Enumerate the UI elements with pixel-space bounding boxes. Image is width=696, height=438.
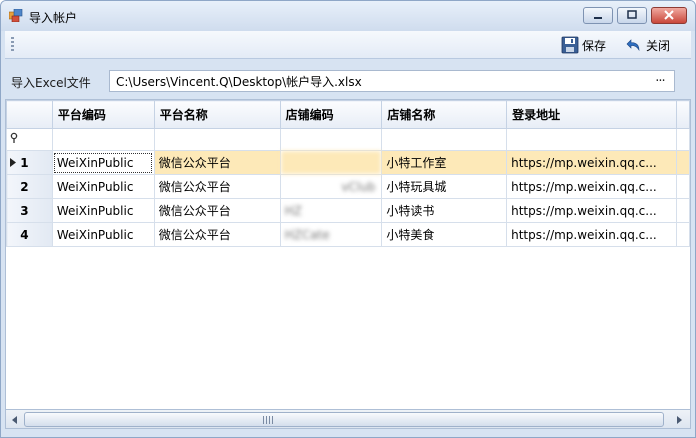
- maximize-button[interactable]: [617, 7, 647, 24]
- grid-cell[interactable]: 小特读书: [381, 198, 508, 223]
- row-header[interactable]: 2: [6, 174, 53, 199]
- scroll-thumb[interactable]: [24, 412, 664, 427]
- column-header[interactable]: 平台名称: [153, 100, 281, 129]
- grid-cell-overflow: [676, 174, 690, 199]
- close-button[interactable]: 关闭: [625, 36, 670, 54]
- table-row[interactable]: 1 WeiXinPublic 微信公众平台 小特工作室 https://mp.w…: [6, 150, 690, 175]
- file-path-input[interactable]: [109, 70, 675, 92]
- file-row: 导入Excel文件 ···: [5, 65, 691, 97]
- title-bar[interactable]: 导入帐户: [1, 1, 695, 31]
- close-icon: [663, 9, 675, 23]
- grid-cell[interactable]: https://mp.weixin.qq.c...: [506, 198, 677, 223]
- grid-header-row: 平台编码 平台名称 店铺编码 店铺名称 登录地址: [6, 100, 690, 129]
- grid-cell[interactable]: 微信公众平台: [153, 150, 281, 175]
- row-number: 1: [20, 155, 29, 170]
- save-icon: [561, 36, 579, 54]
- filter-cell[interactable]: [153, 128, 281, 151]
- filter-cell[interactable]: [506, 128, 677, 151]
- column-header[interactable]: 店铺编码: [279, 100, 383, 129]
- grid-cell[interactable]: WeiXinPublic: [51, 222, 155, 247]
- table-row[interactable]: 4 WeiXinPublic 微信公众平台 HZCate 小特美食 https:…: [6, 222, 690, 247]
- grid-cell[interactable]: 微信公众平台: [153, 222, 281, 247]
- grid-cell-overflow: [676, 198, 690, 223]
- row-number: 2: [20, 179, 29, 194]
- row-header[interactable]: 1: [6, 150, 53, 175]
- grid-cell[interactable]: https://mp.weixin.qq.c...: [506, 222, 677, 247]
- scroll-left-icon[interactable]: [8, 413, 22, 426]
- filter-row-header: [6, 128, 53, 151]
- undo-icon: [625, 36, 643, 54]
- grid-cell[interactable]: 小特美食: [381, 222, 508, 247]
- minimize-button[interactable]: [583, 7, 613, 24]
- close-label: 关闭: [646, 38, 671, 53]
- grid-cell[interactable]: HZ: [279, 198, 383, 223]
- grid-cell[interactable]: vClub: [279, 174, 383, 199]
- filter-cell[interactable]: [51, 128, 155, 151]
- grid-cell[interactable]: WeiXinPublic: [51, 174, 155, 199]
- row-header[interactable]: 3: [6, 198, 53, 223]
- filter-cell[interactable]: [279, 128, 383, 151]
- column-header[interactable]: 平台编码: [51, 100, 155, 129]
- grid-cell[interactable]: 微信公众平台: [153, 198, 281, 223]
- file-label: 导入Excel文件: [11, 76, 91, 90]
- grid-cell[interactable]: 小特工作室: [381, 150, 508, 175]
- toolbar: 保存 关闭: [5, 31, 691, 59]
- row-header[interactable]: 4: [6, 222, 53, 247]
- browse-button[interactable]: ···: [650, 73, 670, 89]
- toolbar-grip-icon[interactable]: [11, 37, 14, 53]
- filter-row: [6, 128, 690, 151]
- table-row[interactable]: 2 WeiXinPublic 微信公众平台 vClub 小特玩具城 https:…: [6, 174, 690, 199]
- column-header-overflow: [676, 100, 690, 129]
- filter-cell: [676, 128, 690, 151]
- account-grid: 平台编码 平台名称 店铺编码 店铺名称 登录地址 1 WeiXinPublic …: [5, 99, 691, 429]
- grid-cell[interactable]: WeiXinPublic: [51, 150, 155, 175]
- table-row[interactable]: 3 WeiXinPublic 微信公众平台 HZ 小特读书 https://mp…: [6, 198, 690, 223]
- import-account-window: 导入帐户 保存 关闭 导入Excel文件 C:\Users\Vincent.Q\…: [0, 0, 696, 438]
- grid-cell[interactable]: 微信公众平台: [153, 174, 281, 199]
- column-header[interactable]: 店铺名称: [381, 100, 508, 129]
- grid-cell[interactable]: WeiXinPublic: [51, 198, 155, 223]
- filter-icon: [10, 132, 20, 147]
- thumb-grip-icon: [263, 416, 273, 424]
- grid-cell[interactable]: 小特玩具城: [381, 174, 508, 199]
- save-label: 保存: [582, 38, 607, 53]
- grid-cell[interactable]: [279, 150, 383, 175]
- window-title: 导入帐户: [29, 11, 78, 25]
- current-row-indicator-icon: [10, 156, 20, 170]
- maximize-icon: [626, 9, 638, 23]
- close-window-button[interactable]: [651, 7, 687, 24]
- filter-cell[interactable]: [381, 128, 508, 151]
- grid-cell[interactable]: https://mp.weixin.qq.c...: [506, 150, 677, 175]
- scroll-right-icon[interactable]: [672, 413, 686, 426]
- row-number: 3: [20, 203, 29, 218]
- row-number: 4: [20, 227, 29, 242]
- horizontal-scrollbar[interactable]: [5, 409, 691, 429]
- grid-cell-overflow: [676, 222, 690, 247]
- save-button[interactable]: 保存: [561, 36, 606, 54]
- minimize-icon: [592, 9, 604, 23]
- grid-cell[interactable]: HZCate: [279, 222, 383, 247]
- grid-cell-overflow: [676, 150, 690, 175]
- app-icon: [8, 8, 23, 23]
- column-header[interactable]: 登录地址: [506, 100, 677, 129]
- row-header-corner: [6, 100, 53, 129]
- grid-cell[interactable]: https://mp.weixin.qq.c...: [506, 174, 677, 199]
